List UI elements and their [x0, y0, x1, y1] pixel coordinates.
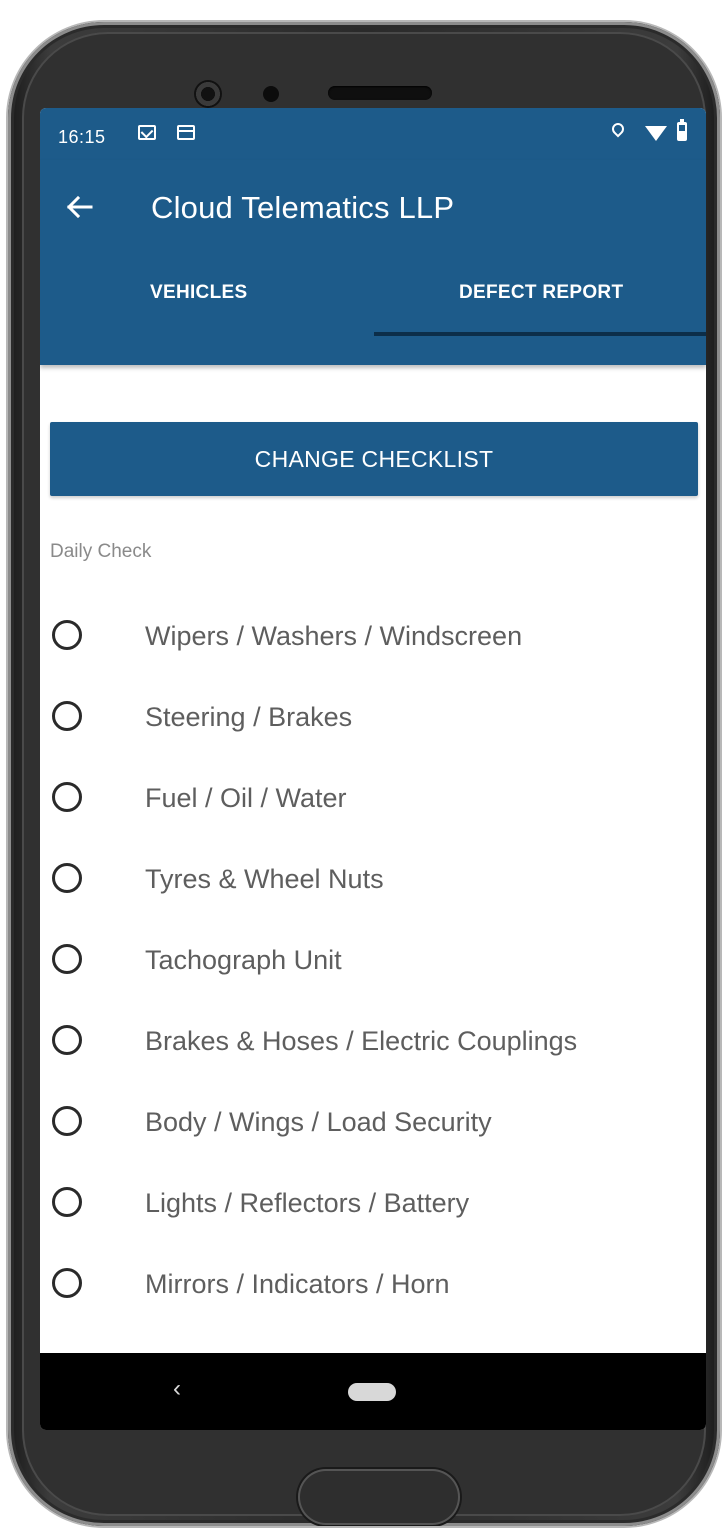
checklist-item[interactable]: Steering / Brakes [40, 686, 706, 746]
checklist-item-label: Tachograph Unit [145, 945, 342, 975]
checklist-item-label: Body / Wings / Load Security [145, 1107, 492, 1137]
wifi-icon [645, 126, 667, 141]
page-title: Cloud Telematics LLP [151, 190, 455, 225]
checklist-item[interactable]: Wipers / Washers / Windscreen [40, 605, 706, 665]
radio-button[interactable] [52, 1268, 82, 1298]
section-label: Daily Check [50, 541, 152, 562]
checklist-item-label: Brakes & Hoses / Electric Couplings [145, 1026, 578, 1056]
checklist-item[interactable]: Lights / Reflectors / Battery [40, 1172, 706, 1232]
active-tab-indicator [374, 332, 706, 336]
checklist-item-label: Mirrors / Indicators / Horn [145, 1269, 450, 1299]
front-camera-icon [194, 80, 222, 108]
radio-button[interactable] [52, 1025, 82, 1055]
radio-button[interactable] [52, 863, 82, 893]
nav-back-icon[interactable]: ‹ [173, 1375, 181, 1403]
proximity-sensor-icon [263, 86, 279, 102]
calendar-icon [177, 125, 195, 140]
radio-button[interactable] [52, 1187, 82, 1217]
nav-home-pill-icon[interactable] [348, 1383, 396, 1401]
status-time: 16:15 [58, 127, 106, 147]
checklist-item[interactable]: Tachograph Unit [40, 929, 706, 989]
radio-button[interactable] [52, 701, 82, 731]
system-nav-bar: ‹ [40, 1353, 706, 1430]
hardware-home-button[interactable] [298, 1469, 460, 1525]
tab-vehicles[interactable]: VEHICLES [150, 282, 247, 304]
checklist-item-label: Tyres & Wheel Nuts [145, 864, 384, 894]
phone-screen: 16:15 Cloud Telematics LLP VEHICLES DEFE… [40, 108, 706, 1430]
earpiece-speaker-icon [328, 86, 432, 100]
checklist-item[interactable]: Brakes & Hoses / Electric Couplings [40, 1010, 706, 1070]
tab-defect-report[interactable]: DEFECT REPORT [459, 282, 623, 304]
radio-button[interactable] [52, 620, 82, 650]
gmail-icon [138, 125, 156, 140]
arrow-left-icon[interactable] [64, 192, 94, 222]
checklist-item-label: Steering / Brakes [145, 702, 353, 732]
checklist-item[interactable]: Body / Wings / Load Security [40, 1091, 706, 1151]
checklist-item[interactable]: Tyres & Wheel Nuts [40, 848, 706, 908]
arrow-left-icon-graphic [66, 195, 93, 219]
checklist-item-label: Lights / Reflectors / Battery [145, 1188, 470, 1218]
change-checklist-button[interactable]: CHANGE CHECKLIST [50, 422, 698, 496]
status-bar: 16:15 [40, 108, 706, 160]
battery-icon [677, 119, 687, 141]
checklist-item-label: Fuel / Oil / Water [145, 783, 347, 813]
radio-button[interactable] [52, 944, 82, 974]
radio-button[interactable] [52, 1106, 82, 1136]
checklist-item-label: Wipers / Washers / Windscreen [145, 621, 523, 651]
app-bar: Cloud Telematics LLP VEHICLES DEFECT REP… [40, 160, 706, 365]
radio-button[interactable] [52, 782, 82, 812]
location-icon [609, 120, 627, 138]
checklist-item[interactable]: Mirrors / Indicators / Horn [40, 1253, 706, 1313]
checklist-item[interactable]: Fuel / Oil / Water [40, 767, 706, 827]
